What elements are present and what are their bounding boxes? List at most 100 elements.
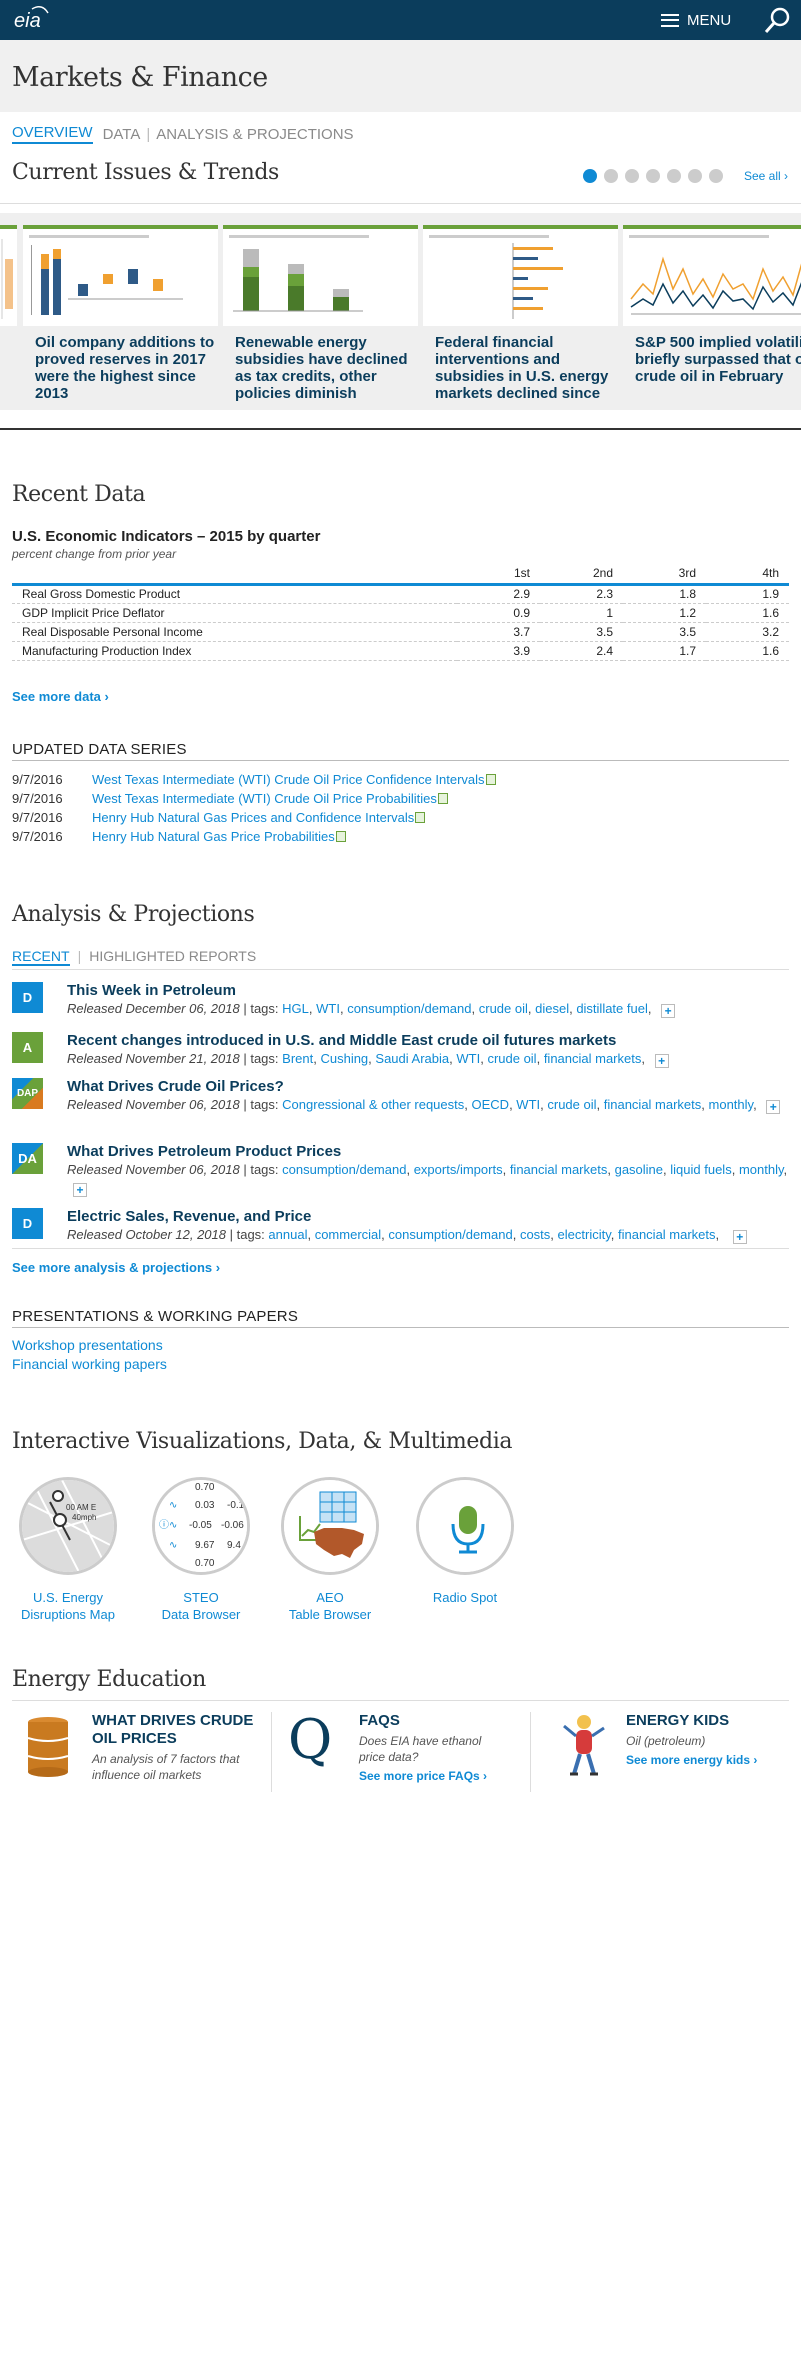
subnav-analysis[interactable]: ANALYSIS & PROJECTIONS [156, 126, 353, 143]
report-title[interactable]: Recent changes introduced in U.S. and Mi… [67, 1032, 792, 1050]
report-title[interactable]: What Drives Crude Oil Prices? [67, 1078, 792, 1096]
card-thumbnail [423, 225, 618, 326]
tag-link[interactable]: financial markets [618, 1227, 716, 1242]
viz-item-steo-browser[interactable]: 0.70 ∿ 0.03 -0.1 ⓘ ∿ -0.05 -0.06 ∿ 9.67 9.4 0.7… [141, 1477, 261, 1623]
spreadsheet-icon[interactable] [415, 812, 426, 823]
education-item[interactable]: ENERGY KIDS Oil (petroleum) See more ene… [626, 1712, 791, 1767]
carousel-dot[interactable] [604, 169, 618, 183]
education-item[interactable]: WHAT DRIVES CRUDE OIL PRICES An analysis… [92, 1712, 262, 1783]
expand-tags-button[interactable]: + [766, 1100, 781, 1114]
tag-link[interactable]: financial markets [604, 1097, 702, 1112]
tag-link[interactable]: liquid fuels [670, 1162, 731, 1177]
carousel-dot[interactable] [709, 169, 723, 183]
carousel-card[interactable]: S&P 500 implied volatility briefly surpa… [623, 225, 801, 385]
tag-link[interactable]: Saudi Arabia [375, 1051, 449, 1066]
viz-item-radio-spot[interactable]: Radio Spot [405, 1477, 525, 1606]
tag-link[interactable]: OECD [472, 1097, 510, 1112]
carousel-dot[interactable] [646, 169, 660, 183]
subnav-data[interactable]: DATA [103, 126, 141, 143]
series-link[interactable]: Henry Hub Natural Gas Price Probabilitie… [92, 829, 335, 844]
viz-item-aeo-table-browser[interactable]: AEO Table Browser [270, 1477, 390, 1623]
viz-label[interactable]: U.S. Energy Disruptions Map [8, 1589, 128, 1623]
financial-working-papers-link[interactable]: Financial working papers [12, 1355, 167, 1374]
tag-link[interactable]: crude oil [479, 1001, 528, 1016]
tag-link[interactable]: WTI [316, 1001, 340, 1016]
carousel-dot[interactable] [688, 169, 702, 183]
see-more-analysis-link[interactable]: See more analysis & projections › [12, 1260, 220, 1275]
tag-link[interactable]: HGL [282, 1001, 309, 1016]
carousel-card[interactable]: Oil company additions to proved reserves… [23, 225, 218, 402]
series-link[interactable]: West Texas Intermediate (WTI) Crude Oil … [92, 791, 437, 806]
spreadsheet-icon[interactable] [485, 774, 496, 785]
see-all-link[interactable]: See all › [744, 169, 788, 183]
tag-link[interactable]: Congressional & other requests [282, 1097, 464, 1112]
tab-highlighted-reports[interactable]: HIGHLIGHTED REPORTS [89, 948, 256, 966]
tag-link[interactable]: costs [520, 1227, 550, 1242]
tag-link[interactable]: exports/imports [414, 1162, 503, 1177]
carousel-dot[interactable] [667, 169, 681, 183]
viz-item-disruptions-map[interactable]: 00 AM E 40mph U.S. Energy Disruptions Ma… [8, 1477, 128, 1623]
viz-label[interactable]: Radio Spot [405, 1589, 525, 1606]
search-icon[interactable] [763, 5, 793, 35]
education-heading: Energy Education [12, 1667, 206, 1692]
tag-link[interactable]: financial markets [510, 1162, 608, 1177]
series-link[interactable]: Henry Hub Natural Gas Prices and Confide… [92, 810, 414, 825]
tag-link[interactable]: Brent [282, 1051, 313, 1066]
tag-link[interactable]: consumption/demand [282, 1162, 406, 1177]
disruptions-map-icon: 00 AM E 40mph [19, 1477, 117, 1575]
tag-link[interactable]: crude oil [487, 1051, 536, 1066]
viz-label-line: Disruptions Map [21, 1607, 115, 1622]
menu-button[interactable]: MENU [661, 10, 731, 30]
card-caption[interactable]: Oil company additions to proved reserves… [23, 334, 218, 402]
tag-link[interactable]: consumption/demand [388, 1227, 512, 1242]
carousel-dot[interactable] [583, 169, 597, 183]
viz-label[interactable]: AEO Table Browser [270, 1589, 390, 1623]
workshop-presentations-link[interactable]: Workshop presentations [12, 1336, 167, 1355]
tag-link[interactable]: electricity [558, 1227, 611, 1242]
report-title[interactable]: What Drives Petroleum Product Prices [67, 1143, 792, 1161]
education-title[interactable]: ENERGY KIDS [626, 1712, 791, 1730]
carousel-card[interactable]: Renewable energy subsidies have declined… [223, 225, 418, 402]
tag-link[interactable]: WTI [516, 1097, 540, 1112]
series-link[interactable]: West Texas Intermediate (WTI) Crude Oil … [92, 772, 485, 787]
see-more-faqs-link[interactable]: See more price FAQs › [359, 1769, 529, 1783]
tab-recent[interactable]: RECENT [12, 948, 70, 966]
tag-link[interactable]: crude oil [547, 1097, 596, 1112]
subnav-overview[interactable]: OVERVIEW [12, 124, 93, 144]
tag-link[interactable]: annual [268, 1227, 307, 1242]
education-item[interactable]: FAQS Does EIA have ethanol price data? S… [359, 1712, 529, 1783]
steo-browser-icon: 0.70 ∿ 0.03 -0.1 ⓘ ∿ -0.05 -0.06 ∿ 9.67 9.4 0.7… [152, 1477, 250, 1575]
spreadsheet-icon[interactable] [437, 793, 448, 804]
spreadsheet-icon[interactable] [335, 831, 346, 842]
report-title[interactable]: This Week in Petroleum [67, 982, 792, 1000]
tag-link[interactable]: Cushing [320, 1051, 368, 1066]
tag-link[interactable]: diesel [535, 1001, 569, 1016]
tag-link[interactable]: monthly [709, 1097, 754, 1112]
expand-tags-button[interactable]: + [661, 1004, 676, 1018]
card-caption[interactable]: S&P 500 implied volatility briefly surpa… [623, 334, 801, 385]
carousel-dot[interactable] [625, 169, 639, 183]
carousel-card[interactable]: Federal financial interventions and subs… [423, 225, 618, 402]
see-more-energy-kids-link[interactable]: See more energy kids › [626, 1753, 791, 1767]
tag-link[interactable]: distillate fuel [576, 1001, 648, 1016]
tag-link[interactable]: WTI [456, 1051, 480, 1066]
see-more-data-link[interactable]: See more data › [12, 689, 109, 704]
tag-link[interactable]: financial markets [544, 1051, 642, 1066]
expand-tags-button[interactable]: + [654, 1054, 669, 1068]
viz-label[interactable]: STEO Data Browser [141, 1589, 261, 1623]
top-bar: eia MENU [0, 0, 801, 40]
tag-link[interactable]: monthly [739, 1162, 784, 1177]
expand-tags-button[interactable]: + [732, 1230, 747, 1244]
report-title[interactable]: Electric Sales, Revenue, and Price [67, 1208, 792, 1226]
tag-link[interactable]: commercial [315, 1227, 381, 1242]
carousel-card-partial[interactable] [0, 225, 17, 326]
eia-logo[interactable]: eia [12, 5, 52, 35]
education-title[interactable]: WHAT DRIVES CRUDE OIL PRICES [92, 1712, 262, 1748]
card-caption[interactable]: Renewable energy subsidies have declined… [223, 334, 418, 402]
divider [12, 1700, 789, 1701]
tag-link[interactable]: consumption/demand [347, 1001, 471, 1016]
education-title[interactable]: FAQS [359, 1712, 529, 1730]
tag-link[interactable]: gasoline [615, 1162, 663, 1177]
expand-tags-button[interactable]: + [73, 1183, 87, 1197]
card-caption[interactable]: Federal financial interventions and subs… [423, 334, 618, 402]
